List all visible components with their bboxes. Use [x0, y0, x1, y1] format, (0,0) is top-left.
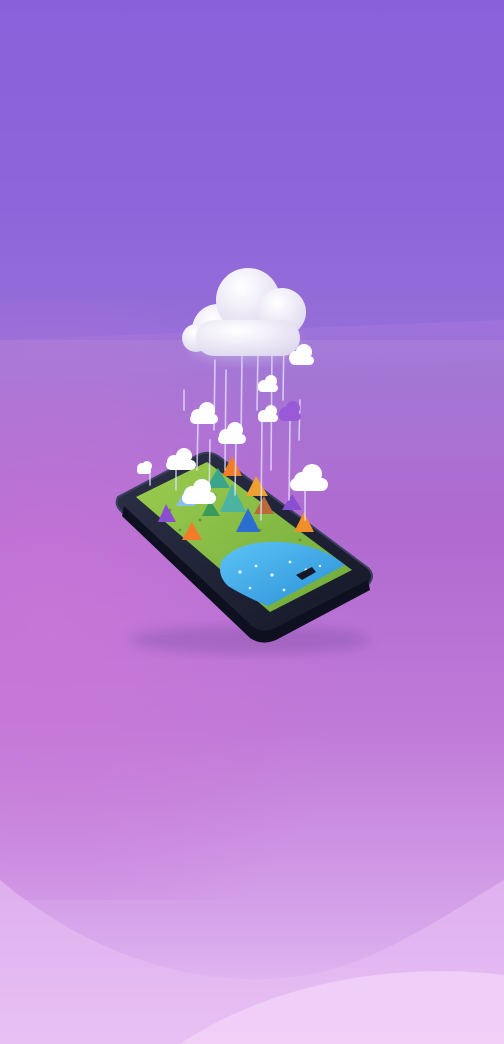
illustration-canvas [0, 0, 504, 1044]
illustration-scene [0, 0, 504, 1044]
